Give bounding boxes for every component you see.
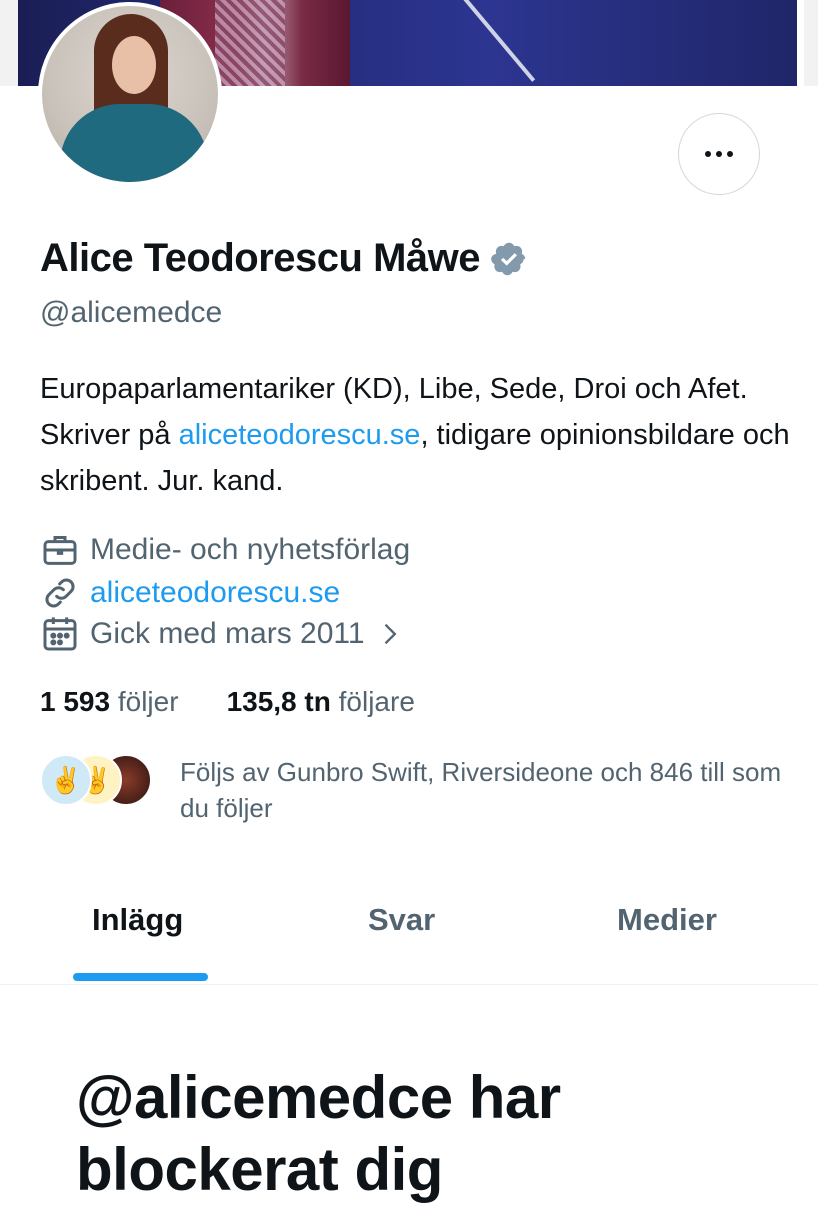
active-tab-indicator (73, 973, 208, 981)
profile-joined[interactable]: Gick med mars 2011 (40, 614, 403, 654)
joined-label: Gick med mars 2011 (90, 617, 365, 650)
profile-website[interactable]: aliceteodorescu.se (40, 573, 340, 613)
link-icon (45, 578, 75, 608)
blocked-message: @alicemedce har blockerat dig (76, 1064, 561, 1203)
followers-stat[interactable]: 135,8 tn följare (227, 686, 415, 718)
more-horizontal-icon (705, 151, 733, 157)
followed-by-text: Följs av Gunbro Swift, Riversideone och … (180, 757, 782, 823)
more-options-button[interactable] (678, 113, 760, 195)
tab-media[interactable]: Medier (617, 902, 717, 938)
followers-count: 135,8 tn (226, 686, 331, 717)
following-label: följer (117, 686, 179, 717)
category-label: Medie- och nyhetsförlag (90, 533, 411, 566)
followers-label: följare (338, 686, 415, 717)
follower-avatar: ✌️ (40, 754, 92, 806)
briefcase-icon (43, 536, 77, 565)
profile-handle: @alicemedce (40, 296, 223, 329)
tab-posts[interactable]: Inlägg (92, 902, 183, 938)
calendar-icon (43, 617, 77, 651)
verified-badge-icon[interactable] (490, 240, 528, 278)
profile-stats: 1 593 följer 135,8 tn följare (40, 686, 415, 718)
following-stat[interactable]: 1 593 följer (40, 686, 179, 718)
profile-category: Medie- och nyhetsförlag (40, 530, 410, 570)
chevron-right-icon (384, 623, 397, 645)
profile-avatar[interactable] (38, 2, 222, 186)
profile-name-row: Alice Teodorescu Måwe (40, 236, 528, 281)
tabs-divider (0, 984, 818, 985)
website-link[interactable]: aliceteodorescu.se (90, 576, 340, 610)
profile-bio: Europaparlamentariker (KD), Libe, Sede, … (40, 366, 800, 504)
profile-name: Alice Teodorescu Måwe (40, 236, 481, 280)
bio-website-link[interactable]: aliceteodorescu.se (179, 419, 421, 451)
profile-tabs: Inlägg Svar Medier (0, 880, 818, 984)
following-count: 1 593 (40, 686, 111, 717)
followed-by-section[interactable]: ✌️ ✌️ Följs av Gunbro Swift, Riversideon… (40, 754, 781, 823)
tab-replies[interactable]: Svar (368, 902, 435, 938)
